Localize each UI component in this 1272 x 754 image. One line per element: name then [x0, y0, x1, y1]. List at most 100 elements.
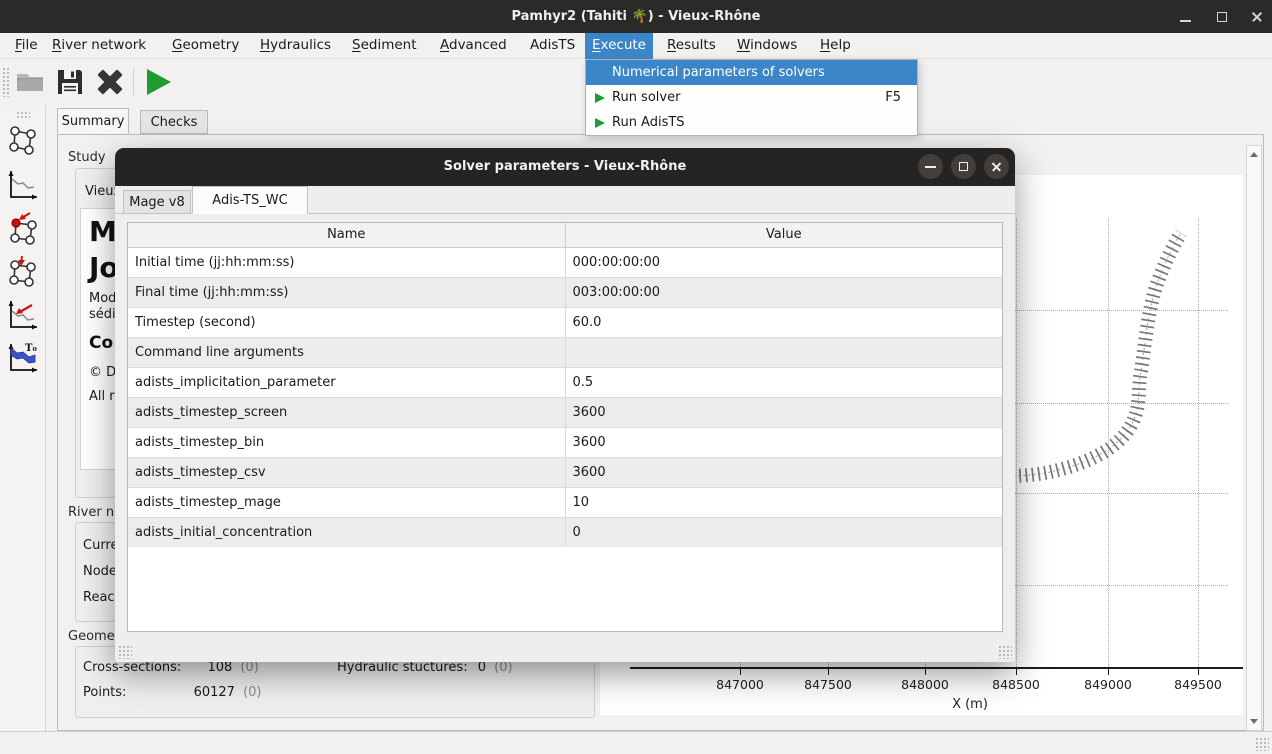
- column-header-name[interactable]: Name: [128, 223, 565, 247]
- column-header-value[interactable]: Value: [565, 223, 1002, 247]
- param-value[interactable]: [565, 337, 1002, 367]
- cross-sections-label: Cross-sections:: [83, 660, 181, 675]
- param-row-adists-timestep-csv[interactable]: adists_timestep_csv3600: [128, 457, 1002, 487]
- menu-river-network[interactable]: River network: [45, 33, 153, 59]
- dialog-maximize-icon[interactable]: [951, 154, 976, 179]
- toolbar-grip[interactable]: [2, 67, 10, 97]
- scroll-up-icon[interactable]: [1250, 152, 1258, 157]
- x-tick-label: 849500: [1163, 677, 1233, 692]
- param-value[interactable]: 000:00:00:00: [565, 247, 1002, 277]
- menu-sediment[interactable]: Sediment: [345, 33, 424, 59]
- menu-hydraulics[interactable]: Hydraulics: [253, 33, 338, 59]
- menu-results[interactable]: Results: [660, 33, 723, 59]
- dialog-close-icon[interactable]: [984, 154, 1009, 179]
- open-file-button[interactable]: [13, 65, 47, 99]
- maximize-icon[interactable]: [1212, 9, 1232, 25]
- param-row-adists-timestep-mage[interactable]: adists_timestep_mage10: [128, 487, 1002, 517]
- param-name: adists_timestep_bin: [128, 427, 565, 457]
- longitudinal-profile-tool-icon[interactable]: [6, 167, 40, 203]
- dialog-titlebar[interactable]: Solver parameters - Vieux-Rhône: [115, 148, 1015, 186]
- points-value: 60127: [194, 685, 235, 700]
- save-button[interactable]: [53, 65, 87, 99]
- param-row-final-time-jj-hh-mm-ss[interactable]: Final time (jj:hh:mm:ss)003:00:00:00: [128, 277, 1002, 307]
- param-value[interactable]: 3600: [565, 457, 1002, 487]
- tab-mage-v8[interactable]: Mage v8: [123, 190, 191, 214]
- solver-parameters-dialog: Solver parameters - Vieux-Rhône Mage v8 …: [115, 148, 1015, 662]
- run-solver-button[interactable]: [142, 65, 176, 99]
- menu-item-shortcut: F5: [885, 85, 901, 110]
- param-row-initial-time-jj-hh-mm-ss[interactable]: Initial time (jj:hh:mm:ss)000:00:00:00: [128, 247, 1002, 277]
- minimize-icon[interactable]: [1176, 9, 1196, 25]
- cross-sections-extra: (0): [240, 660, 258, 675]
- param-value[interactable]: 3600: [565, 397, 1002, 427]
- play-icon: [595, 118, 605, 128]
- floppy-icon: [53, 65, 87, 99]
- toolbar-separator: [133, 69, 134, 95]
- geometry-group-label: Geome: [68, 629, 115, 644]
- statusbar: [0, 731, 1272, 754]
- param-row-adists-timestep-screen[interactable]: adists_timestep_screen3600: [128, 397, 1002, 427]
- close-study-button[interactable]: [93, 65, 127, 99]
- resize-grip[interactable]: [1255, 737, 1269, 751]
- hydraulic-structures-value: 0: [478, 660, 486, 675]
- x-tick-label: 848000: [890, 677, 960, 692]
- menu-item-label: Run AdisTS: [612, 115, 685, 130]
- initial-time-tool-icon[interactable]: T₀: [6, 340, 40, 376]
- param-value[interactable]: 10: [565, 487, 1002, 517]
- hydraulic-structures-row: Hydraulic stuctures: 0 (0): [337, 660, 513, 675]
- tab-summary[interactable]: Summary: [57, 108, 129, 134]
- tab-adis-ts-wc[interactable]: Adis-TS_WC: [192, 186, 308, 214]
- reach-row-label: Reac: [83, 590, 115, 605]
- vertical-scrollbar[interactable]: [1246, 145, 1262, 731]
- profile-trend-tool-icon[interactable]: [6, 297, 40, 333]
- menu-geometry[interactable]: Geometry: [165, 33, 246, 59]
- param-row-adists-timestep-bin[interactable]: adists_timestep_bin3600: [128, 427, 1002, 457]
- folder-icon: [13, 65, 47, 99]
- menu-item-label: Run solver: [612, 90, 680, 105]
- x-axis-title: X (m): [930, 697, 1010, 712]
- execute-menu-item-numerical-parameters-of-solvers[interactable]: Numerical parameters of solvers: [586, 60, 917, 85]
- param-row-adists-implicitation-parameter[interactable]: adists_implicitation_parameter0.5: [128, 367, 1002, 397]
- menu-help[interactable]: Help: [813, 33, 858, 59]
- x-axis: [630, 667, 1243, 669]
- scroll-down-icon[interactable]: [1250, 719, 1258, 724]
- menu-file[interactable]: File: [8, 33, 45, 59]
- points-row: Points: 60127 (0): [83, 685, 262, 700]
- param-name: adists_implicitation_parameter: [128, 367, 565, 397]
- dialog-resize-grip-left[interactable]: [118, 645, 132, 659]
- menu-advanced[interactable]: Advanced: [433, 33, 514, 59]
- execute-menu-item-run-solver[interactable]: Run solver F5: [586, 85, 917, 110]
- dialog-minimize-icon[interactable]: [918, 154, 943, 179]
- param-value[interactable]: 0.5: [565, 367, 1002, 397]
- param-value[interactable]: 60.0: [565, 307, 1002, 337]
- param-row-adists-initial-concentration[interactable]: adists_initial_concentration0: [128, 517, 1002, 547]
- x-tick-label: 849000: [1073, 677, 1143, 692]
- play-icon: [147, 69, 171, 95]
- dialog-resize-grip-right[interactable]: [998, 645, 1012, 659]
- points-label: Points:: [83, 685, 126, 700]
- param-row-command-line-arguments[interactable]: Command line arguments: [128, 337, 1002, 367]
- river-network-tool-icon[interactable]: [6, 123, 40, 159]
- left-tool-column: T₀: [0, 105, 46, 754]
- close-icon[interactable]: [1247, 9, 1267, 25]
- menubar: FileRiver network Geometry Hydraulics Sedim…: [0, 33, 1272, 59]
- hydraulic-structures-label: Hydraulic stuctures:: [337, 660, 468, 675]
- menu-windows[interactable]: Windows: [730, 33, 804, 59]
- titlebar: Pamhyr2 (Tahiti 🌴) - Vieux-Rhône: [0, 0, 1272, 33]
- execute-menu-item-run-adists[interactable]: Run AdisTS: [586, 110, 917, 135]
- node-marker-tool-icon[interactable]: [6, 253, 40, 289]
- tool-column-grip[interactable]: [16, 111, 30, 119]
- current-row-label: Curre: [83, 538, 119, 553]
- study-heading-line1: M: [89, 215, 117, 249]
- param-name: Initial time (jj:hh:mm:ss): [128, 247, 565, 277]
- tab-checks[interactable]: Checks: [140, 110, 208, 134]
- menu-execute[interactable]: Execute: [585, 33, 653, 59]
- menu-adists[interactable]: AdisTS: [523, 33, 582, 59]
- river-network-group-label: River n: [68, 505, 114, 520]
- current-node-tool-icon[interactable]: [6, 210, 40, 246]
- param-value[interactable]: 0: [565, 517, 1002, 547]
- param-value[interactable]: 003:00:00:00: [565, 277, 1002, 307]
- study-body-line2: sédi: [89, 307, 116, 322]
- param-value[interactable]: 3600: [565, 427, 1002, 457]
- param-row-timestep-second[interactable]: Timestep (second)60.0: [128, 307, 1002, 337]
